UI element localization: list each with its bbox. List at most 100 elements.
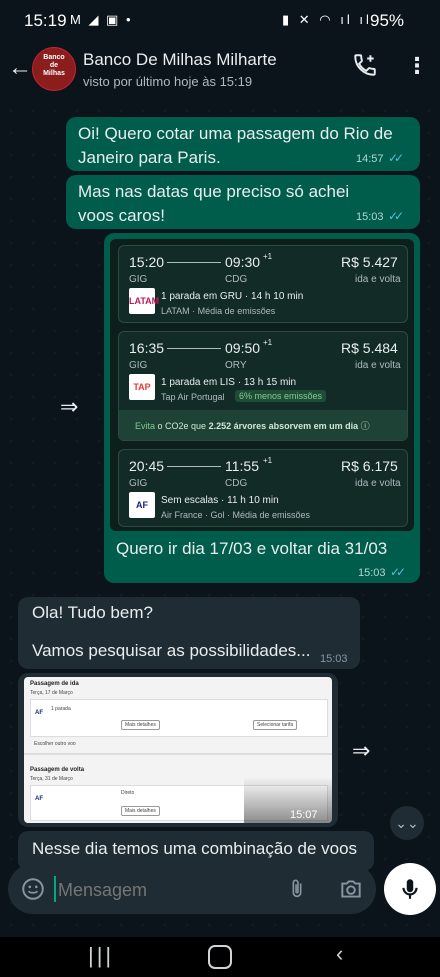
eco-note-middle: o CO2e que <box>155 421 209 431</box>
flight-card: 16:35 09:50 +1 R$ 5.484 GIG ORY ida e vo… <box>118 331 408 441</box>
arrive-time: 09:50 <box>225 340 261 356</box>
outgoing-message[interactable]: Mas nas datas que preciso só achei voos … <box>66 175 420 229</box>
read-ticks-icon: ✓✓ <box>388 151 404 165</box>
forward-icon[interactable]: ⇒ <box>352 738 370 764</box>
flight-detail: 1 parada em LIS · 13 h 15 min <box>161 377 297 388</box>
microphone-icon <box>397 876 423 907</box>
message-time: 15:03 <box>320 653 348 665</box>
message-input-bar <box>8 864 376 914</box>
chat-header: ← Banco de Milhas Banco De Milhas Milharte… <box>0 42 440 100</box>
booking-screenshot[interactable]: Passagem de ida Terça, 17 de Março AF 1 … <box>24 677 332 823</box>
stops-label: Direto <box>121 790 135 796</box>
origin-code: GIG <box>129 274 148 285</box>
airline-name: LATAM · Média de emissões <box>161 306 276 316</box>
airline-name: Tap Air Portugal <box>161 392 225 402</box>
message-text: Nesse dia temos uma combinação de voos <box>32 839 358 858</box>
outbound-date: Terça, 17 de Março <box>30 690 73 696</box>
back-arrow-icon[interactable]: ← <box>8 54 32 82</box>
incoming-image-message[interactable]: Passagem de ida Terça, 17 de Março AF 1 … <box>18 673 338 827</box>
read-ticks-icon: ✓✓ <box>388 209 404 223</box>
outgoing-message[interactable]: Oi! Quero cotar uma passagem do Rio de J… <box>66 117 420 171</box>
airline-name: Air France · Gol · Média de emissões <box>161 510 311 520</box>
forward-icon[interactable]: ⇒ <box>60 394 78 420</box>
message-time: 15:03 <box>358 567 386 579</box>
image-caption: Quero ir dia 17/03 e voltar dia 31/03 <box>116 539 388 558</box>
scroll-down-icon[interactable]: ⌄⌄ <box>390 806 424 840</box>
destination-code: CDG <box>225 478 248 489</box>
incoming-message[interactable]: Ola! Tudo bem? Vamos pesquisar as possib… <box>18 597 360 669</box>
recent-apps-icon[interactable]: ||| <box>88 943 114 969</box>
camera-icon[interactable] <box>338 876 364 907</box>
air-france-logo: AF <box>129 492 155 518</box>
paperclip-icon[interactable] <box>286 876 308 907</box>
depart-time: 15:20 <box>129 254 165 270</box>
system-navigation-bar: ||| ‹ <box>0 937 440 977</box>
origin-code: GIG <box>129 360 148 371</box>
battery-level: 95% <box>370 11 405 30</box>
eco-note: Evita o CO2e que 2.252 árvores absorvem … <box>119 410 407 440</box>
flight-price: R$ 5.484 <box>341 340 398 356</box>
details-button: Mais detalhes <box>121 720 160 730</box>
flight-detail: 1 parada em GRU · 14 h 10 min <box>161 291 304 302</box>
flight-card: 15:20 09:30 +1 R$ 5.427 GIG CDG ida e vo… <box>118 245 408 323</box>
message-time: 15:07 <box>290 809 318 821</box>
price-note: ida e volta <box>355 478 401 489</box>
system-status-icons: ▮ ✕ ◠ ıl ıl <box>282 12 372 27</box>
tap-logo: TAP <box>129 374 155 400</box>
message-input[interactable] <box>56 876 240 904</box>
outbound-flight-row: AF 1 parada Mais detalhes Selecionar tar… <box>30 699 328 737</box>
origin-code: GIG <box>129 478 148 489</box>
status-time: 15:19 <box>24 11 67 30</box>
destination-code: ORY <box>225 360 247 371</box>
arrive-time: 09:30 <box>225 254 261 270</box>
eco-note-bold: 2.252 árvores absorvem em um dia <box>208 421 359 431</box>
back-nav-icon[interactable]: ‹ <box>336 941 343 967</box>
price-note: ida e volta <box>355 360 401 371</box>
contact-name[interactable]: Banco De Milhas Milharte <box>83 50 277 70</box>
microphone-button[interactable] <box>384 863 436 915</box>
flight-results-image[interactable]: 15:20 09:30 +1 R$ 5.427 GIG CDG ida e vo… <box>110 239 414 531</box>
avatar[interactable]: Banco de Milhas <box>32 47 76 91</box>
price-note: ida e volta <box>355 274 401 285</box>
eco-note-prefix: Evita <box>135 421 156 431</box>
avatar-logo-text: Banco de Milhas <box>43 54 65 77</box>
outgoing-image-message[interactable]: 15:20 09:30 +1 R$ 5.427 GIG CDG ida e vo… <box>104 233 420 583</box>
next-day-badge: +1 <box>263 456 273 465</box>
message-text: Mas nas datas que preciso só achei voos … <box>78 182 350 225</box>
next-day-badge: +1 <box>263 252 273 261</box>
last-seen-status: visto por último hoje às 15:19 <box>83 74 253 89</box>
more-vert-icon[interactable]: ⋮ <box>406 53 428 79</box>
message-text: Oi! Quero cotar uma passagem do Rio de J… <box>78 124 393 167</box>
depart-time: 16:35 <box>129 340 165 356</box>
info-icon: ⓘ <box>358 421 370 431</box>
sticker-icon[interactable] <box>20 876 46 907</box>
emission-badge: 6% menos emissões <box>235 390 327 402</box>
return-title: Passagem de volta <box>30 767 85 773</box>
home-icon[interactable] <box>208 945 232 969</box>
message-time: 15:03 <box>356 211 384 223</box>
message-time: 14:57 <box>356 153 384 165</box>
arrive-time: 11:55 <box>225 458 259 474</box>
read-ticks-icon: ✓✓ <box>390 565 406 579</box>
next-day-badge: +1 <box>263 338 273 347</box>
outbound-title: Passagem de ida <box>30 681 79 687</box>
select-fare-button: Selecionar tarifa <box>253 720 298 730</box>
destination-code: CDG <box>225 274 248 285</box>
notification-icons: M ◢ ▣ • <box>70 12 133 27</box>
depart-time: 20:45 <box>129 458 165 474</box>
flight-card: 20:45 11:55 +1 R$ 6.175 GIG CDG ida e vo… <box>118 449 408 527</box>
airline-mini-logo: AF <box>35 796 43 802</box>
latam-logo: LATAM <box>129 288 159 314</box>
stops-label: 1 parada <box>51 706 71 712</box>
flight-detail: Sem escalas · 11 h 10 min <box>161 495 279 506</box>
choose-another-label: Escolher outro voo <box>34 741 76 747</box>
airline-mini-logo: AF <box>35 710 43 716</box>
flight-price: R$ 5.427 <box>341 254 398 270</box>
add-call-icon[interactable] <box>352 52 378 84</box>
flight-price: R$ 6.175 <box>341 458 398 474</box>
message-line: Ola! Tudo bem? <box>32 603 153 622</box>
details-button: Mais detalhes <box>121 806 160 816</box>
message-line: Vamos pesquisar as possibilidades... <box>32 641 311 660</box>
status-bar: 15:19 M ◢ ▣ • ▮ ✕ ◠ ıl ıl 95% <box>0 0 440 42</box>
return-date: Terça, 31 de Março <box>30 776 73 782</box>
